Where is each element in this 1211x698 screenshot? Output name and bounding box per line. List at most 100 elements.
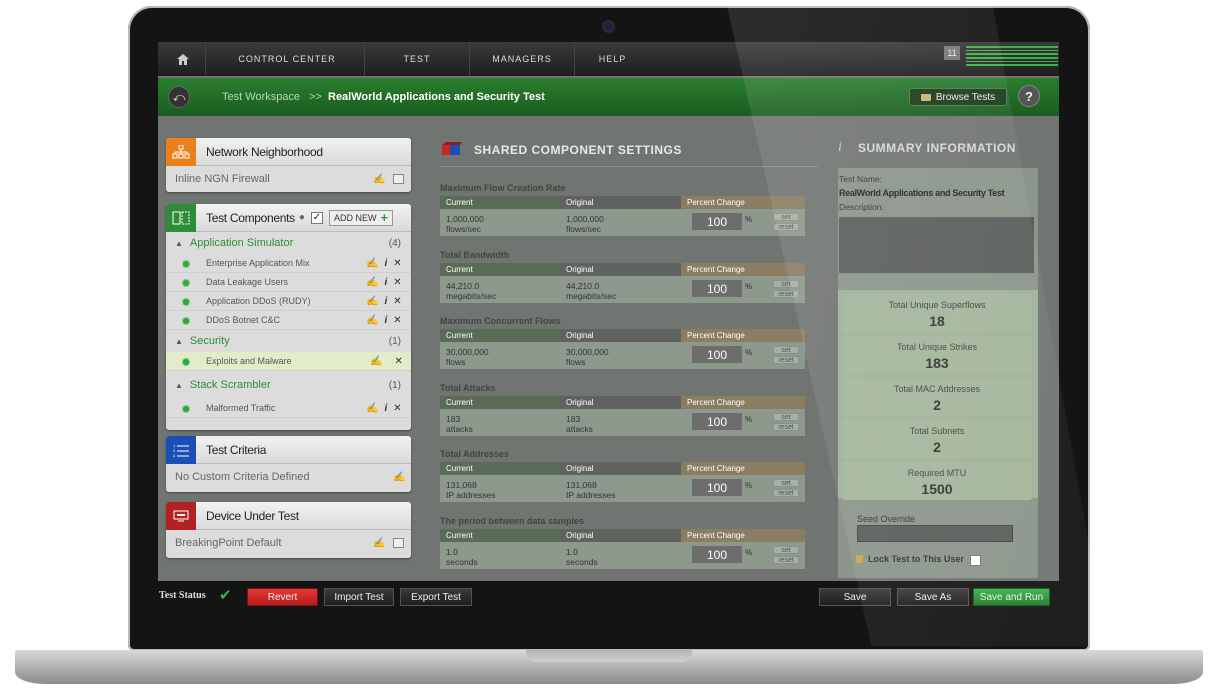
save-button[interactable]: Save	[819, 588, 891, 606]
list-item[interactable]: Data Leakage Users ✍ i ✕	[166, 273, 411, 292]
edit-icon[interactable]: ✍	[373, 174, 385, 185]
set-button[interactable]: set	[773, 346, 799, 354]
original-value: 44,210.0	[566, 281, 600, 291]
home-icon[interactable]	[160, 44, 206, 74]
device-under-test-value-row: BreakingPoint Default ✍	[166, 530, 411, 556]
col-original: Original	[560, 529, 681, 542]
edit-icon[interactable]: ✍	[366, 296, 378, 307]
set-button[interactable]: set	[773, 280, 799, 288]
set-button[interactable]: set	[773, 479, 799, 487]
check-toggle[interactable]: ✓	[310, 211, 323, 224]
close-icon[interactable]: ✕	[393, 296, 401, 307]
save-and-run-button[interactable]: Save and Run	[973, 588, 1050, 606]
set-button[interactable]: set	[773, 413, 799, 421]
back-icon[interactable]: ⤺	[168, 86, 190, 108]
window-icon[interactable]	[393, 538, 404, 548]
info-icon[interactable]: i	[384, 403, 387, 414]
edit-icon[interactable]: ✍	[366, 315, 378, 326]
description-field[interactable]	[839, 217, 1034, 273]
close-icon[interactable]: ✕	[393, 403, 401, 414]
revert-button[interactable]: Revert	[247, 588, 318, 606]
percent-change-input[interactable]: 100	[692, 413, 742, 430]
info-icon[interactable]: i	[384, 315, 387, 326]
nav-test[interactable]: TEST	[365, 42, 470, 76]
group-name: Security	[189, 335, 230, 347]
setting-value-row: 1,000,000 flows/sec 1,000,000 flows/sec 100%…	[440, 209, 805, 236]
test-criteria-header[interactable]: 123 Test Criteria	[166, 436, 411, 464]
percent-change-input[interactable]: 100	[692, 346, 742, 363]
col-percent-change: Percent Change	[681, 196, 805, 209]
close-icon[interactable]: ✕	[393, 277, 401, 288]
setting-header-row: Current Original Percent Change	[440, 529, 805, 542]
breadcrumb-parent[interactable]: Test Workspace	[222, 91, 300, 103]
status-dot-icon	[182, 298, 190, 306]
percent-change-input[interactable]: 100	[692, 479, 742, 496]
reset-button[interactable]: reset	[773, 290, 799, 298]
set-button[interactable]: set	[773, 213, 799, 221]
edit-icon[interactable]: ✍	[366, 277, 378, 288]
original-unit: seconds	[566, 557, 598, 567]
info-icon[interactable]: i	[384, 277, 387, 288]
import-test-button[interactable]: Import Test	[324, 588, 394, 606]
save-as-button[interactable]: Save As	[897, 588, 969, 606]
set-button[interactable]: set	[773, 546, 799, 554]
percent-change-input[interactable]: 100	[692, 280, 742, 297]
nav-managers[interactable]: MANAGERS	[470, 42, 575, 76]
chat-icon[interactable]: ●	[299, 212, 305, 223]
device-under-test-header[interactable]: Device Under Test	[166, 502, 411, 530]
cube-icon	[440, 142, 464, 158]
nav-control-center[interactable]: CONTROL CENTER	[210, 42, 365, 76]
network-neighborhood-header[interactable]: Network Neighborhood	[166, 138, 411, 166]
add-new-button[interactable]: ADD NEW +	[328, 209, 394, 226]
edit-icon[interactable]: ✍	[373, 538, 385, 549]
list-item[interactable]: Enterprise Application Mix ✍ i ✕	[166, 254, 411, 273]
info-icon[interactable]: i	[384, 296, 387, 307]
edit-icon[interactable]: ✍	[393, 472, 405, 483]
percent-symbol: %	[745, 215, 753, 224]
seed-override-input[interactable]	[857, 525, 1013, 542]
list-item[interactable]: Application DDoS (RUDY) ✍ i ✕	[166, 292, 411, 311]
col-percent-change: Percent Change	[681, 263, 805, 276]
close-icon[interactable]: ✕	[394, 356, 402, 367]
reset-button[interactable]: reset	[773, 356, 799, 364]
network-neighborhood-title: Network Neighborhood	[206, 144, 323, 159]
original-value-cell: 1,000,000 flows/sec	[560, 209, 681, 236]
edit-icon[interactable]: ✍	[366, 258, 378, 269]
group-stack-scrambler[interactable]: ▲ Stack Scrambler (1)	[166, 371, 411, 399]
percent-change-input[interactable]: 100	[692, 213, 742, 230]
list-item[interactable]: DDoS Botnet C&C ✍ i ✕	[166, 311, 411, 330]
percent-change-input[interactable]: 100	[692, 546, 742, 563]
original-value-cell: 30,000,000 flows	[560, 342, 681, 369]
close-icon[interactable]: ✕	[393, 258, 401, 269]
setting-value-row: 183 attacks 183 attacks 100% set reset	[440, 409, 805, 436]
list-item[interactable]: Malformed Traffic ✍ i ✕	[166, 399, 411, 418]
window-icon[interactable]	[393, 174, 404, 184]
status-dot-icon	[182, 260, 190, 268]
reset-button[interactable]: reset	[773, 223, 799, 231]
component-name: Malformed Traffic	[206, 403, 276, 413]
help-button[interactable]: ?	[1018, 85, 1040, 107]
notification-badge[interactable]: 11	[944, 46, 960, 60]
export-test-button[interactable]: Export Test	[400, 588, 472, 606]
percent-symbol: %	[745, 481, 753, 490]
edit-icon[interactable]: ✍	[370, 356, 382, 367]
info-icon[interactable]: i	[384, 258, 387, 269]
test-criteria-value-row: No Custom Criteria Defined ✍	[166, 464, 411, 490]
list-item[interactable]: Exploits and Malware ✍ ✕	[166, 352, 411, 371]
close-icon[interactable]: ✕	[393, 315, 401, 326]
device-under-test-value: BreakingPoint Default	[175, 537, 282, 549]
stat-label: Total Unique Strikes	[896, 342, 978, 352]
app-screen: CONTROL CENTER TEST MANAGERS HELP 11 ⤺ T…	[158, 42, 1059, 613]
group-security[interactable]: ▲ Security (1)	[166, 330, 411, 352]
nav-help[interactable]: HELP	[575, 42, 650, 76]
reset-button[interactable]: reset	[773, 556, 799, 564]
original-value: 131,068	[566, 480, 597, 490]
browse-tests-button[interactable]: Browse Tests	[909, 88, 1007, 106]
lock-test-checkbox[interactable]	[970, 555, 981, 566]
group-count: (1)	[388, 379, 401, 391]
group-application-simulator[interactable]: ▲ Application Simulator (4)	[166, 232, 411, 254]
reset-button[interactable]: reset	[773, 423, 799, 431]
edit-icon[interactable]: ✍	[366, 403, 378, 414]
reset-button[interactable]: reset	[773, 489, 799, 497]
setting-section: Total Bandwidth Current Original Percent Ch…	[440, 250, 805, 303]
